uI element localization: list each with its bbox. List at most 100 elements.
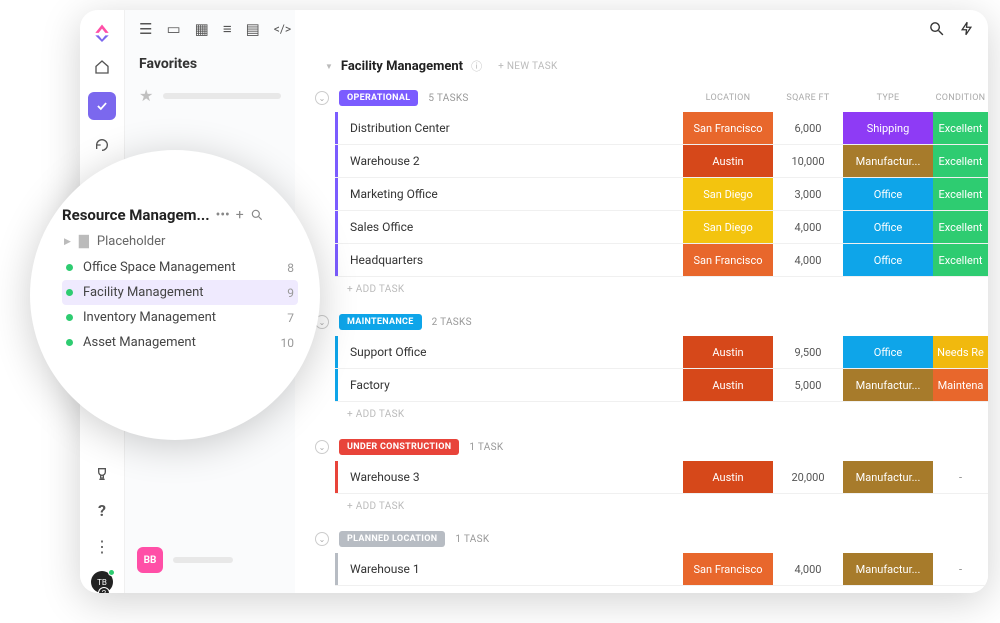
cell-sqft[interactable]: 6,000 — [773, 112, 843, 144]
add-task-button[interactable]: + ADD TASK — [335, 277, 988, 302]
search-icon[interactable] — [928, 20, 945, 37]
status-pill[interactable]: UNDER CONSTRUCTION — [339, 439, 459, 455]
add-task-button[interactable]: + ADD TASK — [335, 586, 988, 593]
task-name[interactable]: Support Office — [338, 336, 683, 368]
cell-condition[interactable]: - — [933, 461, 988, 493]
cell-type[interactable]: Manufactur... — [843, 461, 933, 493]
task-name[interactable]: Headquarters — [338, 244, 683, 276]
sidebar-list-item[interactable]: Asset Management 10 — [62, 330, 298, 355]
chevron-down-icon[interactable]: ⌄ — [315, 91, 329, 105]
cell-location[interactable]: Austin — [683, 145, 773, 177]
chevron-down-icon[interactable]: ⌄ — [315, 532, 329, 546]
info-icon[interactable]: ⓘ — [471, 58, 482, 74]
cell-location[interactable]: Austin — [683, 369, 773, 401]
group-header[interactable]: ⌄ OPERATIONAL 5 TASKS LOCATION SQARE FT … — [295, 84, 988, 112]
cell-condition[interactable]: Excellent — [933, 145, 988, 177]
refresh-icon[interactable] — [91, 134, 113, 156]
task-name[interactable]: Warehouse 3 — [338, 461, 683, 493]
task-row[interactable]: Warehouse 1 San Francisco 4,000 Manufact… — [335, 553, 988, 586]
cell-type[interactable]: Office — [843, 211, 933, 243]
bolt-icon[interactable] — [959, 20, 974, 37]
cell-type[interactable]: Office — [843, 244, 933, 276]
cell-location[interactable]: San Diego — [683, 178, 773, 210]
view-code-icon[interactable]: </> — [274, 22, 291, 36]
space-search-icon[interactable] — [250, 208, 264, 222]
cell-type[interactable]: Manufactur... — [843, 145, 933, 177]
cell-condition[interactable]: Needs Re — [933, 336, 988, 368]
view-gantt-icon[interactable]: ≡ — [223, 20, 232, 38]
space-add-icon[interactable]: + — [236, 207, 244, 223]
task-row[interactable]: Support Office Austin 9,500 Office Needs… — [335, 336, 988, 369]
cell-condition[interactable]: Excellent — [933, 211, 988, 243]
favorite-placeholder[interactable]: ★ — [125, 82, 295, 109]
cell-location[interactable]: San Francisco — [683, 244, 773, 276]
trophy-icon[interactable] — [91, 463, 113, 485]
status-pill[interactable]: MAINTENANCE — [339, 314, 422, 330]
task-row[interactable]: Factory Austin 5,000 Manufactur... Maint… — [335, 369, 988, 402]
cell-sqft[interactable]: 4,000 — [773, 244, 843, 276]
cell-sqft[interactable]: 10,000 — [773, 145, 843, 177]
cell-sqft[interactable]: 20,000 — [773, 461, 843, 493]
status-pill[interactable]: PLANNED LOCATION — [339, 531, 445, 547]
cell-sqft[interactable]: 5,000 — [773, 369, 843, 401]
cell-type[interactable]: Manufactur... — [843, 369, 933, 401]
group-header[interactable]: ⌄ UNDER CONSTRUCTION 1 TASK — [295, 433, 988, 461]
more-icon[interactable]: ⋮ — [91, 535, 113, 557]
cell-location[interactable]: San Diego — [683, 211, 773, 243]
cell-sqft[interactable]: 3,000 — [773, 178, 843, 210]
view-board-icon[interactable]: ▭ — [166, 20, 180, 38]
group-header[interactable]: ⌄ PLANNED LOCATION 1 TASK — [295, 525, 988, 553]
user-avatar[interactable]: TB 2 — [91, 571, 113, 593]
cell-sqft[interactable]: 4,000 — [773, 553, 843, 585]
add-task-button[interactable]: + ADD TASK — [335, 494, 988, 519]
sidebar-list-item[interactable]: Office Space Management 8 — [62, 255, 298, 280]
space-title[interactable]: Resource Managem... — [62, 206, 210, 224]
task-row[interactable]: Headquarters San Francisco 4,000 Office … — [335, 244, 988, 277]
folder-row[interactable]: ▶ ▇ Placeholder — [64, 234, 298, 249]
space-more-icon[interactable]: ••• — [216, 207, 230, 223]
cell-type[interactable]: Office — [843, 178, 933, 210]
view-list-icon[interactable]: ☰ — [139, 20, 152, 38]
cell-condition[interactable]: Excellent — [933, 178, 988, 210]
cell-type[interactable]: Manufactur... — [843, 553, 933, 585]
tasks-icon[interactable] — [88, 92, 116, 120]
sidebar-list-item[interactable]: Facility Management 9 — [62, 280, 298, 305]
chevron-down-icon[interactable]: ⌄ — [315, 440, 329, 454]
presence-dot — [108, 569, 115, 576]
add-task-button[interactable]: + ADD TASK — [335, 402, 988, 427]
cell-type[interactable]: Office — [843, 336, 933, 368]
task-name[interactable]: Warehouse 1 — [338, 553, 683, 585]
collapse-icon[interactable]: ▼ — [325, 62, 333, 71]
task-name[interactable]: Warehouse 2 — [338, 145, 683, 177]
cell-condition[interactable]: Excellent — [933, 244, 988, 276]
cell-condition[interactable]: Maintena — [933, 369, 988, 401]
home-icon[interactable] — [91, 56, 113, 78]
cell-condition[interactable]: Excellent — [933, 112, 988, 144]
status-pill[interactable]: OPERATIONAL — [339, 90, 418, 106]
cell-location[interactable]: Austin — [683, 336, 773, 368]
task-row[interactable]: Distribution Center San Francisco 6,000 … — [335, 112, 988, 145]
task-name[interactable]: Distribution Center — [338, 112, 683, 144]
new-task-button[interactable]: + NEW TASK — [498, 61, 557, 72]
cell-condition[interactable]: - — [933, 553, 988, 585]
cell-type[interactable]: Shipping — [843, 112, 933, 144]
cell-location[interactable]: Austin — [683, 461, 773, 493]
cell-sqft[interactable]: 9,500 — [773, 336, 843, 368]
view-grid-icon[interactable]: ▦ — [195, 20, 209, 38]
workspace-tile[interactable]: BB — [125, 539, 295, 593]
cell-sqft[interactable]: 4,000 — [773, 211, 843, 243]
col-type: TYPE — [843, 93, 933, 103]
sidebar-list-item[interactable]: Inventory Management 7 — [62, 305, 298, 330]
task-row[interactable]: Warehouse 2 Austin 10,000 Manufactur... … — [335, 145, 988, 178]
task-name[interactable]: Marketing Office — [338, 178, 683, 210]
task-row[interactable]: Sales Office San Diego 4,000 Office Exce… — [335, 211, 988, 244]
task-row[interactable]: Marketing Office San Diego 3,000 Office … — [335, 178, 988, 211]
cell-location[interactable]: San Francisco — [683, 553, 773, 585]
view-doc-icon[interactable]: ▤ — [246, 20, 260, 38]
cell-location[interactable]: San Francisco — [683, 112, 773, 144]
help-icon[interactable]: ? — [91, 499, 113, 521]
task-name[interactable]: Factory — [338, 369, 683, 401]
task-name[interactable]: Sales Office — [338, 211, 683, 243]
group-header[interactable]: ⌄ MAINTENANCE 2 TASKS — [295, 308, 988, 336]
task-row[interactable]: Warehouse 3 Austin 20,000 Manufactur... … — [335, 461, 988, 494]
